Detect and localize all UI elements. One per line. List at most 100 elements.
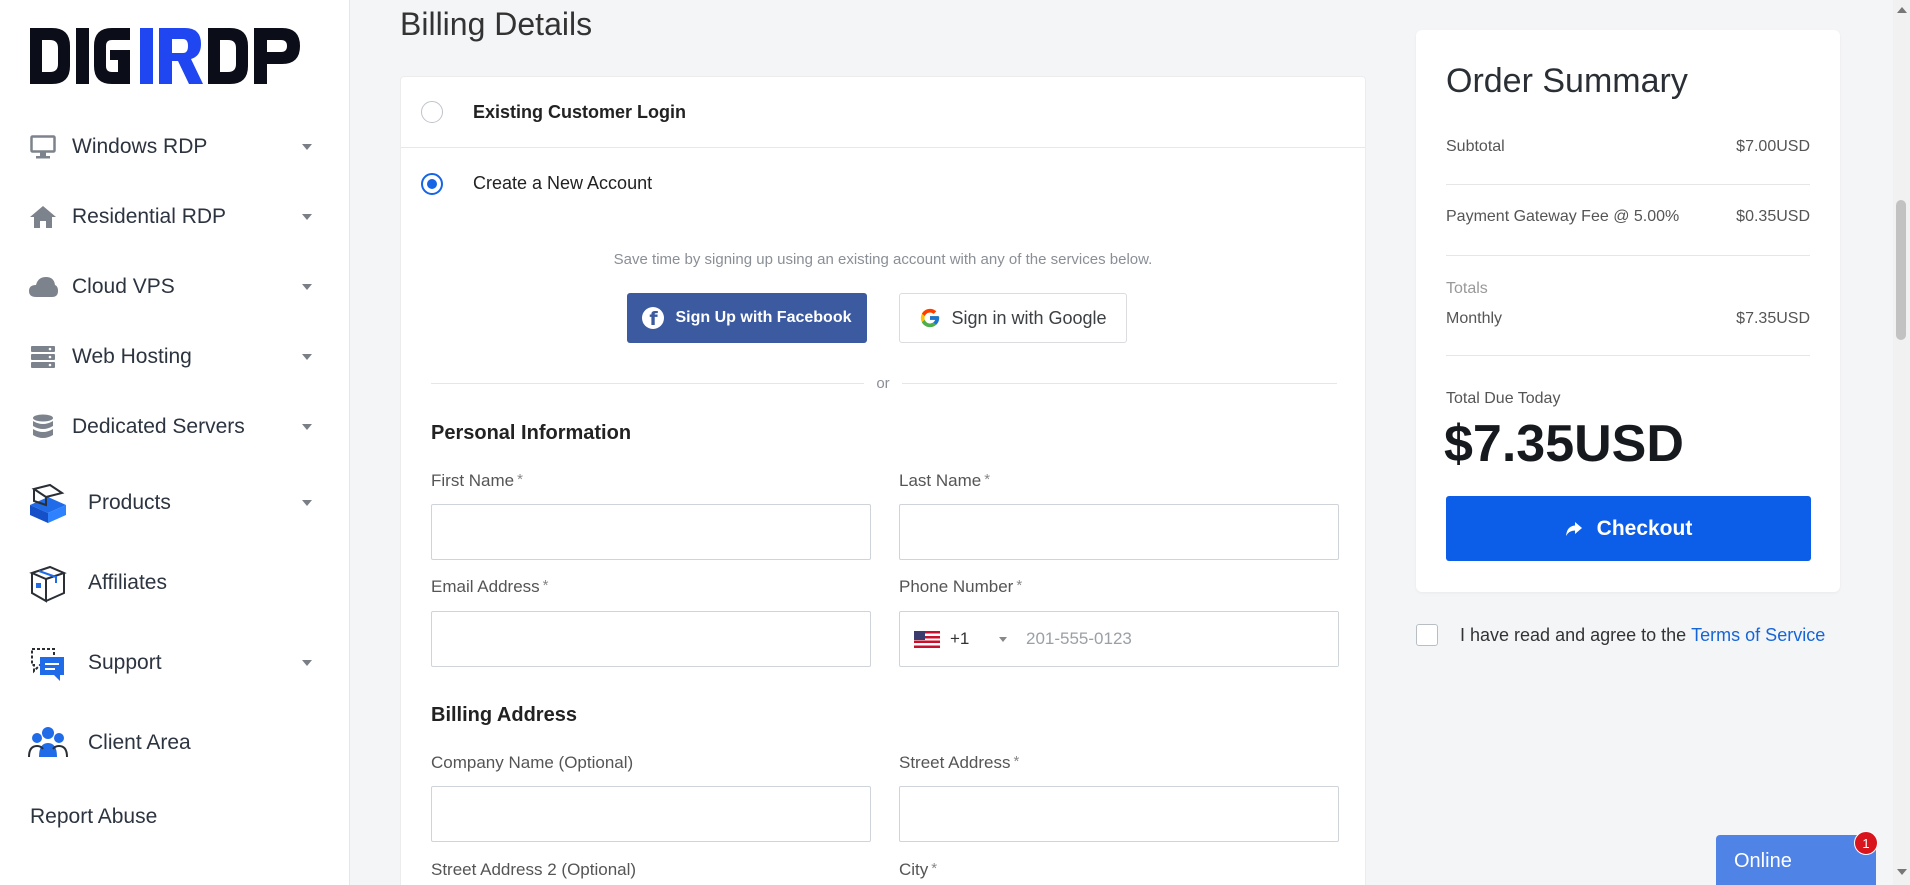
google-signin-button[interactable]: Sign in with Google — [899, 293, 1127, 343]
chevron-down-icon — [999, 636, 1008, 642]
phone-dial-code: +1 — [950, 629, 970, 648]
existing-customer-login-option[interactable]: Existing Customer Login — [401, 77, 1365, 148]
google-icon — [919, 307, 941, 329]
chevron-down-icon — [302, 424, 312, 430]
terms-checkbox[interactable] — [1416, 624, 1438, 646]
database-icon — [28, 412, 58, 442]
gateway-fee-value: $0.35USD — [1736, 208, 1810, 225]
product-box-icon — [28, 483, 68, 523]
sidebar-item-label: Windows RDP — [72, 135, 208, 158]
cloud-icon — [28, 272, 58, 302]
monthly-label: Monthly — [1446, 310, 1503, 327]
home-icon — [28, 202, 58, 232]
google-signin-label: Sign in with Google — [951, 307, 1107, 328]
checkout-label: Checkout — [1596, 516, 1693, 540]
sidebar-item-label: Products — [88, 491, 171, 514]
scroll-up-icon[interactable] — [1897, 7, 1907, 13]
package-icon — [28, 563, 68, 603]
report-abuse-link[interactable]: Report Abuse — [30, 805, 157, 829]
gateway-fee-row: Payment Gateway Fee @ 5.00% $0.35USD — [1446, 208, 1810, 226]
phone-number-input[interactable] — [1014, 612, 1338, 666]
street-address-2-label: Street Address 2 (Optional) — [431, 860, 637, 879]
sidebar-item-label: Cloud VPS — [72, 275, 175, 298]
sidebar-item-dedicated-servers[interactable]: Dedicated Servers — [28, 402, 324, 452]
chevron-down-icon — [302, 354, 312, 360]
terms-agreement: I have read and agree to the Terms of Se… — [1416, 624, 1825, 646]
terms-of-service-link[interactable]: Terms of Service — [1691, 625, 1825, 646]
share-arrow-icon — [1565, 521, 1583, 537]
chevron-down-icon — [302, 500, 312, 506]
sidebar-item-residential-rdp[interactable]: Residential RDP — [28, 192, 324, 242]
total-due-label: Total Due Today — [1446, 390, 1561, 407]
company-name-input[interactable] — [431, 786, 871, 842]
sidebar: Windows RDP Residential RDP Cloud VPS We… — [0, 0, 350, 885]
chevron-down-icon — [302, 284, 312, 290]
monthly-row: Monthly $7.35USD — [1446, 310, 1810, 328]
sidebar-item-affiliates[interactable]: Affiliates — [28, 558, 324, 608]
company-name-label: Company Name (Optional) — [431, 753, 634, 772]
scrollbar-thumb[interactable] — [1896, 200, 1906, 340]
divider — [1446, 355, 1810, 356]
first-name-label: First Name * — [431, 471, 523, 490]
billing-address-heading: Billing Address — [431, 704, 577, 726]
sidebar-item-products[interactable]: Products — [28, 478, 324, 528]
sidebar-item-web-hosting[interactable]: Web Hosting — [28, 332, 324, 382]
create-new-account-option[interactable]: Create a New Account — [401, 148, 1365, 219]
city-label: City * — [899, 860, 938, 879]
gateway-fee-label: Payment Gateway Fee @ 5.00% — [1446, 208, 1680, 225]
divider — [1446, 255, 1810, 256]
sidebar-item-cloud-vps[interactable]: Cloud VPS — [28, 262, 324, 312]
scroll-down-icon[interactable] — [1897, 869, 1907, 875]
page-scrollbar[interactable] — [1893, 0, 1910, 885]
last-name-input[interactable] — [899, 504, 1339, 560]
new-account-radio[interactable] — [421, 172, 443, 195]
chat-notification-badge: 1 — [1854, 831, 1878, 855]
street-address-input[interactable] — [899, 786, 1339, 842]
sidebar-item-windows-rdp[interactable]: Windows RDP — [28, 122, 324, 172]
phone-number-label: Phone Number * — [899, 577, 1023, 596]
live-chat-button[interactable]: Online — [1716, 835, 1876, 885]
first-name-input[interactable] — [431, 504, 871, 560]
email-address-label: Email Address * — [431, 577, 549, 596]
personal-information-heading: Personal Information — [431, 422, 632, 444]
new-account-label: Create a New Account — [473, 173, 653, 193]
digirdp-logo[interactable] — [28, 24, 322, 88]
order-summary-title: Order Summary — [1446, 62, 1688, 100]
page-title: Billing Details — [400, 6, 593, 42]
sidebar-item-support[interactable]: Support — [28, 638, 324, 688]
chat-status-label: Online — [1734, 850, 1792, 872]
or-separator: or — [401, 375, 1365, 392]
subtotal-value: $7.00USD — [1736, 138, 1810, 155]
checkout-button[interactable]: Checkout — [1446, 496, 1811, 561]
monitor-icon — [28, 132, 58, 162]
monthly-value: $7.35USD — [1736, 310, 1810, 327]
us-flag-icon — [914, 630, 940, 648]
sidebar-item-client-area[interactable]: Client Area — [28, 718, 324, 768]
sidebar-item-label: Client Area — [88, 731, 191, 754]
users-group-icon — [28, 723, 68, 763]
facebook-icon: f — [642, 307, 665, 329]
total-due-amount: $7.35USD — [1444, 415, 1684, 473]
sidebar-item-label: Dedicated Servers — [72, 415, 245, 438]
sidebar-item-label: Residential RDP — [72, 205, 227, 228]
chevron-down-icon — [302, 660, 312, 666]
sidebar-item-label: Support — [88, 651, 162, 674]
phone-country-selector[interactable]: +1 — [900, 612, 1014, 666]
billing-details-card: Existing Customer Login Create a New Acc… — [400, 76, 1366, 885]
facebook-signup-button[interactable]: f Sign Up with Facebook — [627, 293, 867, 343]
order-summary-card: Order Summary Subtotal $7.00USD Payment … — [1416, 30, 1840, 592]
sidebar-item-label: Affiliates — [88, 571, 167, 594]
chevron-down-icon — [302, 144, 312, 150]
support-chat-icon — [28, 643, 68, 683]
chevron-down-icon — [302, 214, 312, 220]
sidebar-item-label: Web Hosting — [72, 345, 192, 368]
subtotal-row: Subtotal $7.00USD — [1446, 138, 1810, 156]
email-address-input[interactable] — [431, 611, 871, 667]
divider — [1446, 184, 1810, 185]
totals-label: Totals — [1446, 280, 1488, 297]
subtotal-label: Subtotal — [1446, 138, 1505, 155]
facebook-signup-label: Sign Up with Facebook — [675, 309, 852, 326]
existing-customer-label: Existing Customer Login — [473, 101, 687, 122]
phone-number-field: +1 — [899, 611, 1339, 667]
existing-customer-radio[interactable] — [421, 101, 443, 123]
